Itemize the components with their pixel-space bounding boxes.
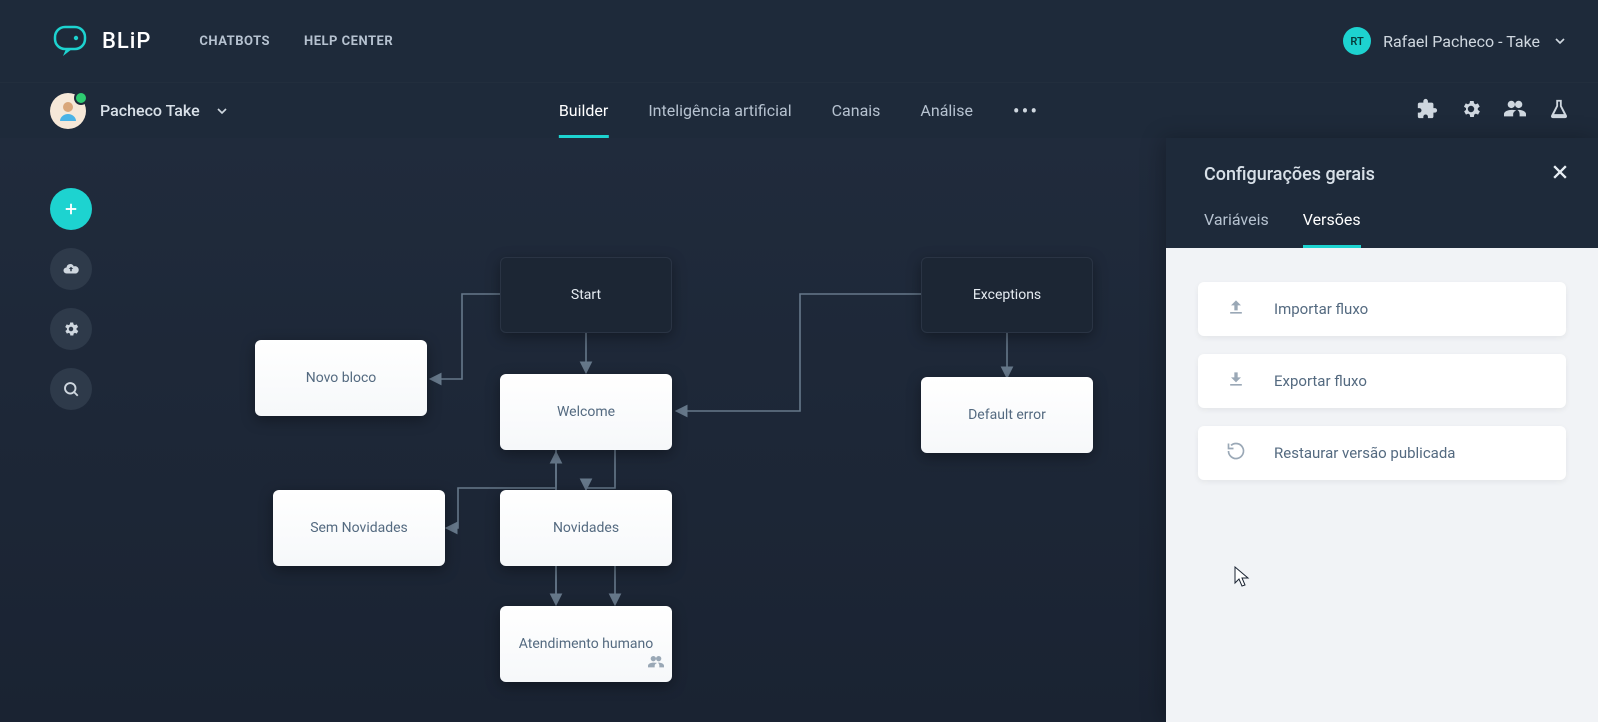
gear-icon[interactable]	[1460, 98, 1482, 124]
node-label: Atendimento humano	[519, 636, 653, 652]
restore-version-button[interactable]: Restaurar versão publicada	[1198, 426, 1566, 480]
flow-node-sem-novidades[interactable]: Sem Novidades	[273, 490, 445, 566]
export-flow-button[interactable]: Exportar fluxo	[1198, 354, 1566, 408]
bot-name: Pacheco Take	[100, 101, 200, 120]
tab-ai[interactable]: Inteligência artificial	[648, 83, 791, 138]
panel-body: Importar fluxo Exportar fluxo Restaurar …	[1166, 248, 1598, 722]
action-label: Exportar fluxo	[1274, 372, 1367, 390]
flask-icon[interactable]	[1548, 98, 1570, 124]
nav-chatbots[interactable]: CHATBOTS	[199, 34, 270, 49]
node-label: Novo bloco	[306, 370, 377, 386]
tab-analysis[interactable]: Análise	[920, 83, 973, 138]
restore-icon	[1226, 441, 1246, 465]
user-menu[interactable]: RT Rafael Pacheco - Take	[1343, 27, 1568, 55]
settings-panel: Configurações gerais Variáveis Versões I…	[1166, 138, 1598, 722]
chevron-down-icon	[214, 103, 230, 119]
brand-logo[interactable]: BLiP	[50, 21, 151, 61]
user-name: Rafael Pacheco - Take	[1383, 32, 1540, 51]
tab-variables[interactable]: Variáveis	[1204, 210, 1269, 248]
flow-node-default-error[interactable]: Default error	[921, 377, 1093, 453]
action-label: Restaurar versão publicada	[1274, 444, 1455, 462]
top-nav: CHATBOTS HELP CENTER	[199, 34, 393, 49]
more-menu-icon[interactable]: •••	[1013, 99, 1039, 123]
top-header: BLiP CHATBOTS HELP CENTER RT Rafael Pach…	[0, 0, 1598, 82]
node-label: Welcome	[557, 404, 615, 420]
download-icon	[1226, 369, 1246, 393]
node-label: Novidades	[553, 520, 619, 536]
bot-avatar	[50, 93, 86, 129]
bot-selector[interactable]: Pacheco Take	[50, 93, 230, 129]
nav-help-center[interactable]: HELP CENTER	[304, 34, 393, 49]
brand-text: BLiP	[102, 29, 151, 54]
close-icon[interactable]	[1550, 162, 1570, 186]
human-agent-icon	[648, 654, 664, 674]
action-label: Importar fluxo	[1274, 300, 1368, 318]
sub-header: Pacheco Take Builder Inteligência artifi…	[0, 82, 1598, 138]
flow-node-welcome[interactable]: Welcome	[500, 374, 672, 450]
tab-builder[interactable]: Builder	[559, 83, 609, 138]
tab-versions[interactable]: Versões	[1303, 210, 1361, 248]
avatar: RT	[1343, 27, 1371, 55]
flow-node-novo-bloco[interactable]: Novo bloco	[255, 340, 427, 416]
upload-icon	[1226, 297, 1246, 321]
import-flow-button[interactable]: Importar fluxo	[1198, 282, 1566, 336]
panel-title: Configurações gerais	[1204, 164, 1375, 185]
flow-node-exceptions[interactable]: Exceptions	[921, 257, 1093, 333]
flow-node-atendimento[interactable]: Atendimento humano	[500, 606, 672, 682]
panel-header: Configurações gerais Variáveis Versões	[1166, 138, 1598, 248]
flow-node-start[interactable]: Start	[500, 257, 672, 333]
toolbar-right	[1416, 98, 1570, 124]
node-label: Sem Novidades	[310, 520, 408, 536]
users-icon[interactable]	[1504, 98, 1526, 124]
plugin-icon[interactable]	[1416, 98, 1438, 124]
node-label: Exceptions	[973, 287, 1041, 303]
panel-tabs: Variáveis Versões	[1204, 210, 1570, 248]
speech-bubble-icon	[50, 21, 90, 61]
node-label: Default error	[968, 407, 1046, 423]
node-label: Start	[571, 287, 601, 303]
flow-node-novidades[interactable]: Novidades	[500, 490, 672, 566]
chevron-down-icon	[1552, 33, 1568, 49]
main-tabs: Builder Inteligência artificial Canais A…	[559, 83, 1039, 138]
tab-channels[interactable]: Canais	[832, 83, 881, 138]
